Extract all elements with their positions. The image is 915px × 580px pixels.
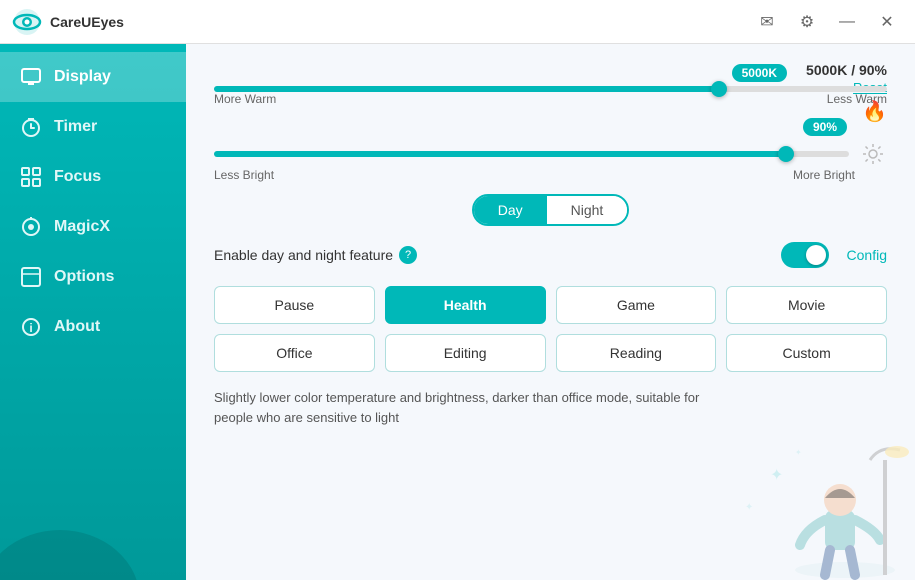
svg-text:✦: ✦ (745, 502, 753, 513)
settings-icon: ⚙ (800, 12, 814, 32)
preset-button-custom[interactable]: Custom (726, 334, 887, 372)
app-logo: CareUEyes (12, 7, 751, 37)
preset-button-reading[interactable]: Reading (556, 334, 717, 372)
sidebar-label-about: About (54, 318, 100, 336)
temp-slider-thumb[interactable] (711, 81, 727, 97)
temp-slider-fill (214, 86, 719, 92)
temperature-section: 5000K More Warm Less Warm (214, 64, 887, 106)
sidebar-label-magicx: MagicX (54, 218, 110, 236)
preset-button-editing[interactable]: Editing (385, 334, 546, 372)
email-button[interactable]: ✉ (751, 6, 783, 38)
svg-text:✦: ✦ (795, 448, 802, 457)
sidebar-item-about[interactable]: i About (0, 302, 186, 352)
app-title: CareUEyes (50, 14, 124, 30)
day-night-toggle-switch[interactable] (781, 242, 829, 268)
sidebar-item-options[interactable]: Options (0, 252, 186, 302)
settings-button[interactable]: ⚙ (791, 6, 823, 38)
less-bright-label: Less Bright (214, 168, 274, 182)
illustration: ✦ ✦ ✦ (715, 400, 915, 580)
day-night-section: Day Night (214, 194, 887, 226)
preset-description: Slightly lower color temperature and bri… (214, 388, 734, 427)
sidebar-item-magicx[interactable]: MagicX (0, 202, 186, 252)
more-warm-label: More Warm (214, 92, 276, 106)
brightness-labels: Less Bright More Bright (214, 168, 887, 182)
temp-labels: More Warm Less Warm (214, 92, 887, 106)
day-button[interactable]: Day (474, 196, 547, 224)
minimize-icon: — (839, 13, 855, 31)
brightness-slider-thumb[interactable] (778, 146, 794, 162)
focus-icon (20, 166, 42, 188)
temp-slider-track[interactable] (214, 86, 887, 92)
sidebar-label-focus: Focus (54, 168, 101, 186)
sidebar-item-timer[interactable]: Timer (0, 102, 186, 152)
brightness-slider-track[interactable] (214, 151, 849, 157)
flame-icon: 🔥 (862, 101, 887, 123)
content-area: 5000K / 90% Reset 🔥 5000K More Warm Less… (186, 44, 915, 580)
temp-slider-container (214, 86, 887, 92)
magicx-icon (20, 216, 42, 238)
display-icon (20, 66, 42, 88)
brightness-slider-container (214, 140, 887, 168)
temp-badge: 5000K (732, 64, 787, 82)
sidebar-label-options: Options (54, 268, 114, 286)
day-night-toggle[interactable]: Day Night (472, 194, 630, 226)
sidebar-label-timer: Timer (54, 118, 97, 136)
sidebar-label-display: Display (54, 68, 111, 86)
sidebar-item-focus[interactable]: Focus (0, 152, 186, 202)
svg-text:✦: ✦ (770, 467, 783, 484)
preset-button-movie[interactable]: Movie (726, 286, 887, 324)
enable-label: Enable day and night feature ? (214, 246, 773, 264)
sidebar: Display Timer Fo (0, 44, 186, 580)
timer-icon (20, 116, 42, 138)
more-bright-label: More Bright (793, 168, 887, 182)
close-button[interactable]: ✕ (871, 6, 903, 38)
preset-button-pause[interactable]: Pause (214, 286, 375, 324)
email-icon: ✉ (760, 12, 773, 32)
preset-button-health[interactable]: Health (385, 286, 546, 324)
brightness-slider-fill (214, 151, 786, 157)
preset-button-game[interactable]: Game (556, 286, 717, 324)
enable-day-night-row: Enable day and night feature ? Config (214, 242, 887, 268)
brightness-icon (859, 140, 887, 168)
main-layout: Display Timer Fo (0, 44, 915, 580)
temp-brightness-display: 5000K / 90% (806, 62, 887, 78)
minimize-button[interactable]: — (831, 6, 863, 38)
night-button[interactable]: Night (547, 196, 628, 224)
sidebar-item-display[interactable]: Display (0, 52, 186, 102)
window-controls: ✉ ⚙ — ✕ (751, 6, 903, 38)
temp-brightness-info: 5000K / 90% Reset 🔥 (806, 62, 887, 124)
options-icon (20, 266, 42, 288)
app-logo-icon (12, 7, 42, 37)
close-icon: ✕ (880, 12, 893, 32)
preset-grid: Pause Health GameMovie Office Editing Reading… (214, 286, 887, 372)
help-icon[interactable]: ? (399, 246, 417, 264)
preset-button-office[interactable]: Office (214, 334, 375, 372)
brightness-section: 90% (214, 118, 887, 182)
about-icon: i (20, 316, 42, 338)
svg-text:i: i (29, 321, 32, 335)
title-bar: CareUEyes ✉ ⚙ — ✕ (0, 0, 915, 44)
config-link[interactable]: Config (847, 247, 887, 263)
